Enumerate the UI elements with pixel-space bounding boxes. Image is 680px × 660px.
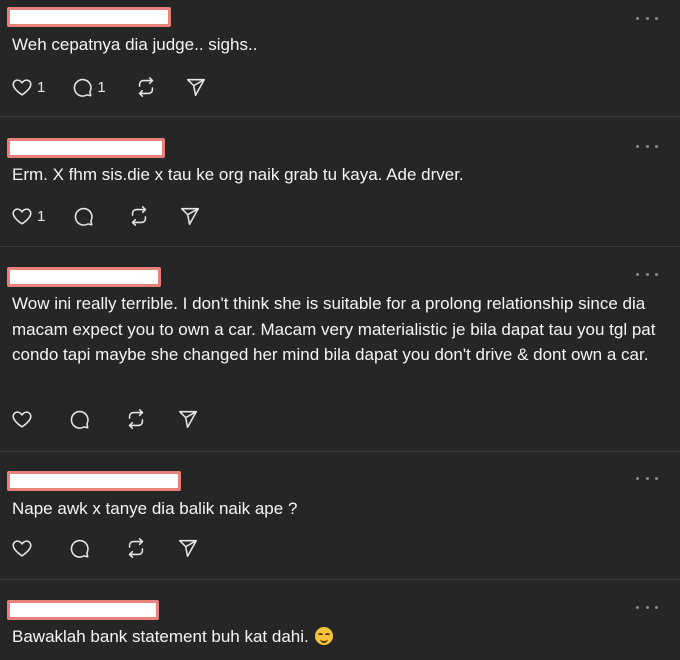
reply-post: Nape awk x tanye dia balik naik ape ?	[0, 452, 680, 580]
share-button[interactable]	[179, 204, 201, 228]
action-bar	[11, 536, 199, 560]
more-options-button[interactable]	[636, 472, 658, 484]
redacted-username	[7, 600, 159, 620]
reply-button[interactable]	[68, 407, 94, 431]
repost-icon	[132, 206, 147, 226]
heart-icon	[12, 208, 32, 225]
share-button[interactable]	[185, 75, 207, 99]
repost-button[interactable]	[125, 407, 147, 431]
redacted-username	[7, 138, 165, 158]
post-text: Erm. X fhm sis.die x tau ke org naik gra…	[12, 165, 464, 184]
speech-bubble-icon	[75, 207, 94, 226]
like-count: 1	[37, 78, 46, 96]
action-bar: 1 1	[11, 75, 207, 99]
redacted-username	[7, 7, 171, 27]
grinning-face-emoji	[315, 627, 334, 645]
send-icon	[178, 539, 198, 558]
reply-post: Weh cepatnya dia judge.. sighs.. 1 1	[0, 0, 680, 117]
action-bar: 1	[11, 204, 201, 228]
send-icon	[178, 410, 198, 429]
post-text: Bawaklah bank statement buh kat dahi.	[12, 624, 662, 650]
redacted-username	[7, 267, 161, 287]
speech-bubble-icon	[70, 539, 89, 558]
post-text: Nape awk x tanye dia balik naik ape ?	[12, 499, 298, 518]
like-button[interactable]: 1	[11, 75, 45, 99]
heart-icon	[12, 79, 32, 96]
replies-feed: Weh cepatnya dia judge.. sighs.. 1 1 Erm…	[0, 0, 680, 660]
share-button[interactable]	[177, 536, 199, 560]
repost-icon	[138, 77, 153, 97]
reply-post: Wow ini really terrible. I don't think s…	[0, 247, 680, 452]
reply-button[interactable]: 1	[71, 75, 106, 99]
more-options-button[interactable]	[636, 268, 658, 280]
like-button[interactable]	[11, 536, 37, 560]
speech-bubble-icon	[74, 78, 93, 97]
reply-count: 1	[97, 78, 106, 96]
repost-button[interactable]	[125, 536, 147, 560]
send-icon	[181, 207, 200, 226]
like-button[interactable]	[11, 407, 37, 431]
repost-button[interactable]	[128, 204, 150, 228]
more-options-button[interactable]	[636, 140, 658, 152]
like-button[interactable]: 1	[11, 204, 45, 228]
reply-post: Bawaklah bank statement buh kat dahi.	[0, 580, 680, 660]
share-button[interactable]	[177, 407, 199, 431]
post-text: Wow ini really terrible. I don't think s…	[12, 294, 656, 364]
action-bar	[11, 407, 199, 431]
more-options-button[interactable]	[636, 12, 658, 24]
post-text: Weh cepatnya dia judge.. sighs..	[12, 35, 258, 54]
reply-post: Erm. X fhm sis.die x tau ke org naik gra…	[0, 117, 680, 247]
reply-button[interactable]	[68, 536, 94, 560]
heart-icon	[12, 540, 32, 557]
repost-icon	[128, 538, 144, 558]
heart-icon	[12, 411, 32, 428]
repost-icon	[128, 409, 144, 429]
repost-button[interactable]	[135, 75, 157, 99]
send-icon	[186, 78, 205, 97]
speech-bubble-icon	[70, 410, 89, 429]
post-text-content: Bawaklah bank statement buh kat dahi.	[12, 627, 309, 646]
more-options-button[interactable]	[636, 601, 658, 613]
reply-button[interactable]	[72, 204, 98, 228]
like-count: 1	[37, 207, 46, 225]
redacted-username	[7, 471, 181, 491]
